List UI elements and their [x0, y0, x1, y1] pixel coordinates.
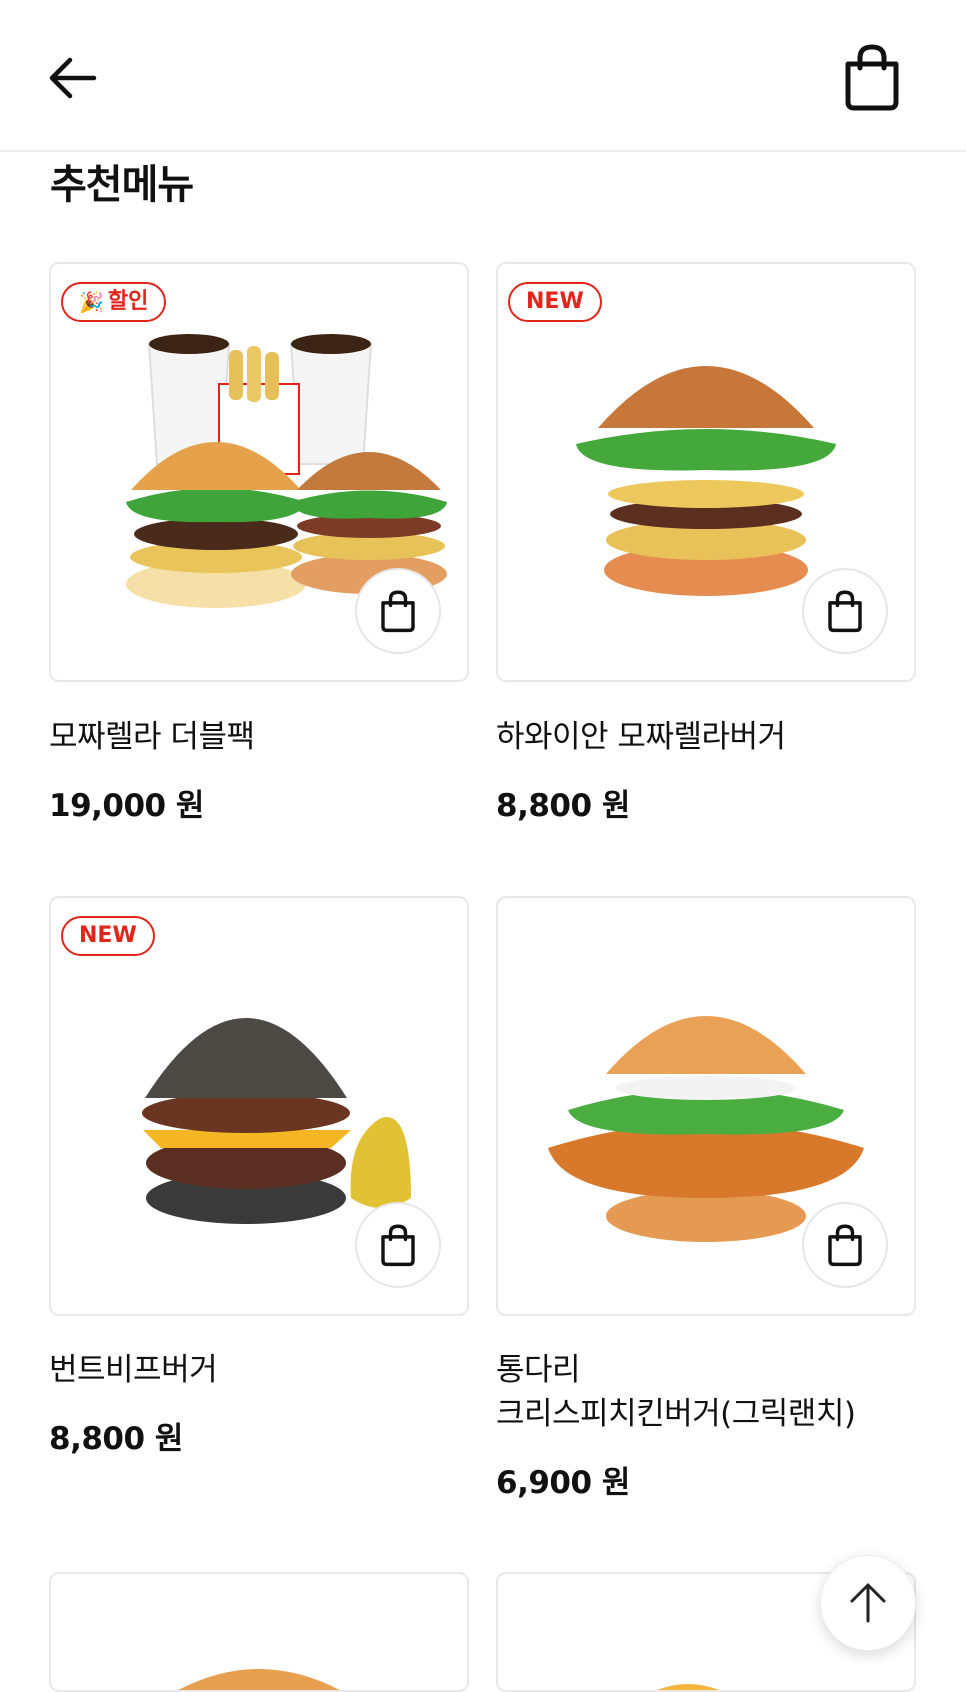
shopping-bag-icon [828, 590, 862, 633]
product-name[interactable]: 통다리 크리스피치킨버거(그릭랜치) [496, 1348, 926, 1436]
product-card[interactable] [49, 1572, 469, 1692]
shopping-bag-icon [828, 1224, 862, 1267]
sale-badge: 🎉 할인 [61, 282, 167, 322]
product-card[interactable]: NEW [49, 896, 469, 1316]
shopping-bag-icon [381, 1224, 415, 1267]
cart-button[interactable] [840, 42, 904, 112]
product-card[interactable] [496, 896, 916, 1316]
new-badge: NEW [61, 916, 155, 956]
product-name[interactable]: 번트비프버거 [49, 1348, 479, 1392]
back-arrow-icon [49, 57, 97, 99]
back-button[interactable] [44, 48, 104, 108]
scroll-to-top-button[interactable] [820, 1555, 916, 1651]
product-name[interactable]: 모짜렐라 더블팩 [49, 715, 479, 759]
badge-label: 할인 [107, 289, 149, 314]
product-price: 19,000 원 [49, 788, 204, 824]
product-card[interactable]: 🎉 할인 [49, 262, 469, 682]
product-price: 8,800 원 [49, 1421, 183, 1457]
product-image [178, 1669, 340, 1690]
shopping-bag-icon [381, 590, 415, 633]
section-title: 추천메뉴 [50, 162, 194, 208]
add-to-cart-button[interactable] [355, 1202, 441, 1288]
arrow-up-icon [850, 1583, 886, 1623]
badge-label: NEW [526, 289, 584, 314]
product-card[interactable]: NEW [496, 262, 916, 682]
add-to-cart-button[interactable] [802, 1202, 888, 1288]
add-to-cart-button[interactable] [802, 568, 888, 654]
shopping-bag-icon [845, 44, 899, 111]
product-price: 8,800 원 [496, 788, 630, 824]
product-name-line: 통다리 [496, 1352, 581, 1388]
badge-label: NEW [79, 923, 137, 948]
product-name[interactable]: 하와이안 모짜렐라버거 [496, 715, 926, 759]
top-bar [0, 0, 966, 152]
product-name-line: 크리스피치킨버거(그릭랜치) [496, 1396, 856, 1432]
new-badge: NEW [508, 282, 602, 322]
party-popper-icon: 🎉 [79, 290, 104, 314]
product-price: 6,900 원 [496, 1465, 630, 1501]
add-to-cart-button[interactable] [355, 568, 441, 654]
